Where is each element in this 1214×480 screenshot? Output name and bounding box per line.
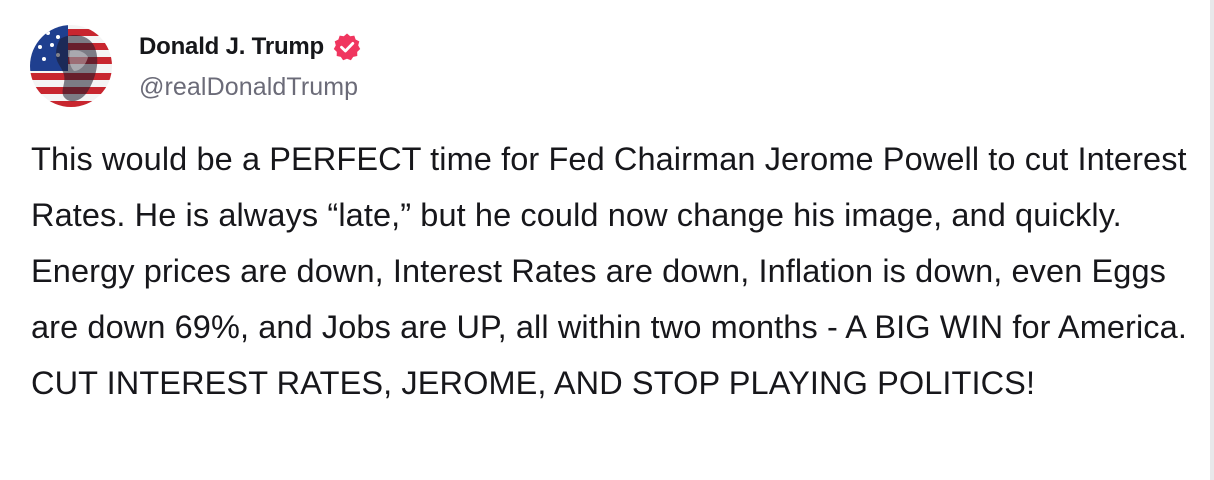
avatar[interactable] bbox=[30, 25, 112, 107]
post-text: This would be a PERFECT time for Fed Cha… bbox=[31, 141, 1187, 401]
author-info: Donald J. Trump @realDonaldTrump bbox=[139, 31, 362, 102]
name-row: Donald J. Trump bbox=[139, 31, 362, 63]
avatar-image bbox=[30, 25, 112, 107]
post-card: Donald J. Trump @realDonaldTrump This wo… bbox=[0, 0, 1214, 480]
author-handle[interactable]: @realDonaldTrump bbox=[139, 73, 362, 102]
author-display-name[interactable]: Donald J. Trump bbox=[139, 33, 324, 61]
card-right-border bbox=[1210, 0, 1214, 480]
verified-badge-icon bbox=[332, 32, 362, 62]
